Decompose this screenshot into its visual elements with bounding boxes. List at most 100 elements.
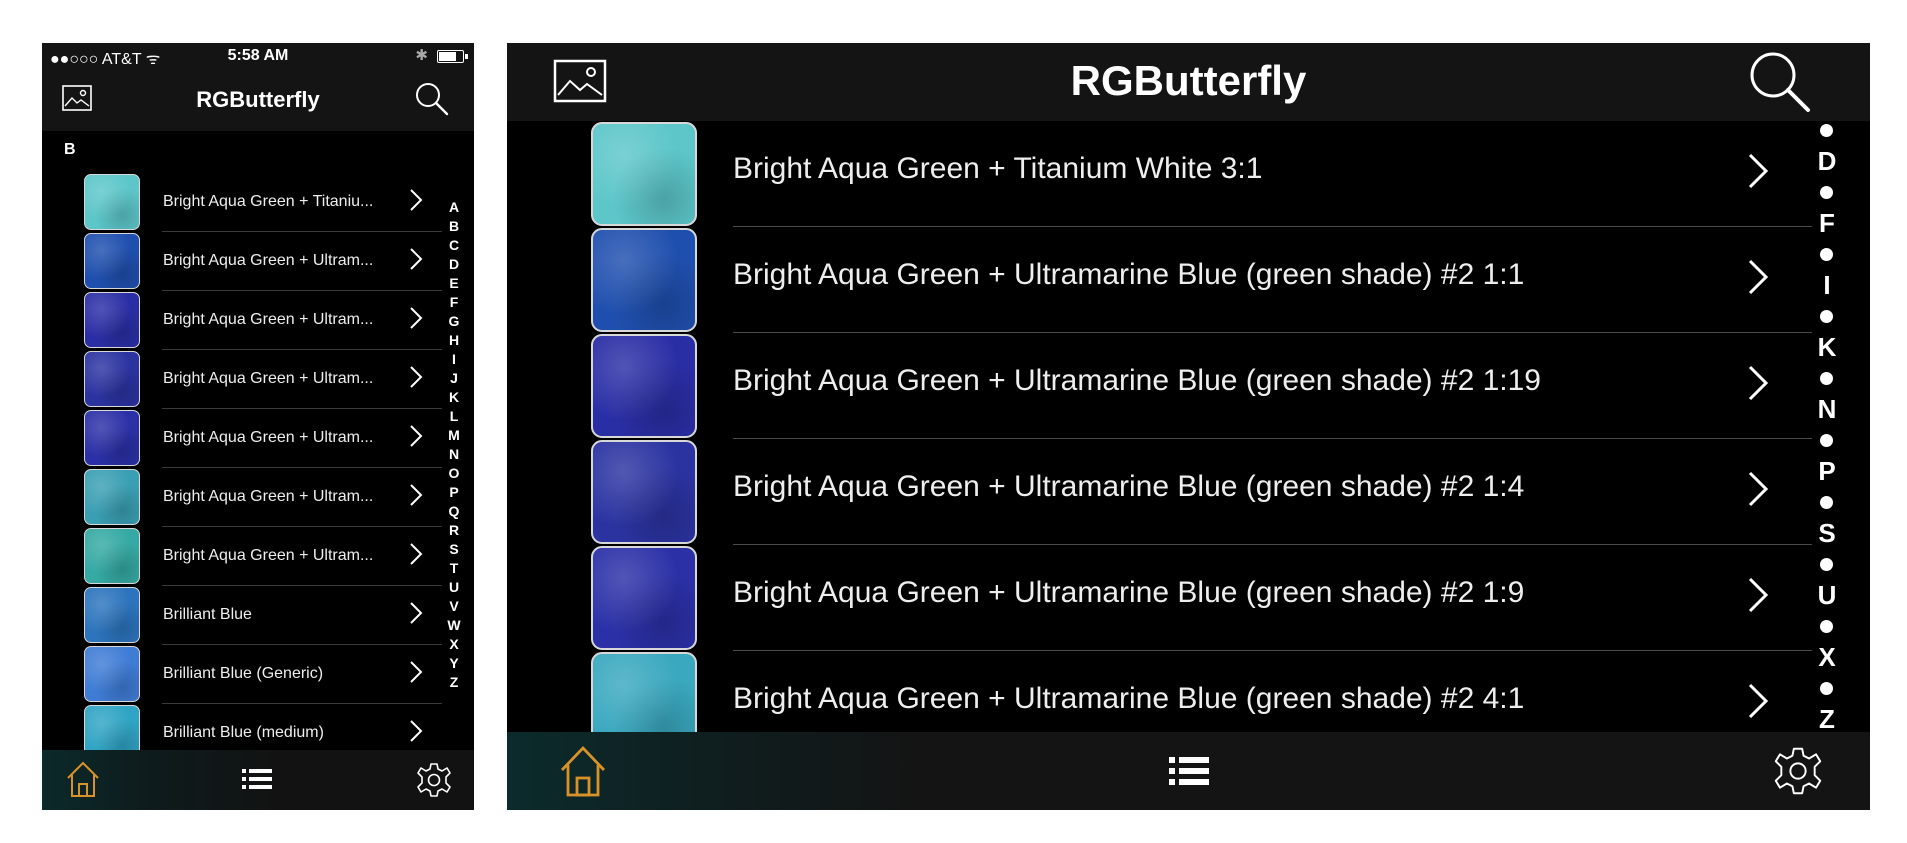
index-dot[interactable] [1812, 115, 1842, 146]
index-letter[interactable]: I [442, 350, 466, 369]
index-letter[interactable]: U [442, 578, 466, 597]
status-time: 5:58 AM [227, 47, 289, 64]
index-letter[interactable]: X [1812, 642, 1842, 673]
color-swatch [591, 334, 697, 438]
index-dot[interactable] [1812, 177, 1842, 208]
index-dot[interactable] [1812, 425, 1842, 456]
index-letter[interactable]: Y [442, 654, 466, 673]
chevron-right-icon [410, 484, 423, 506]
list-item-label: Bright Aqua Green + Ultramarine Blue (gr… [733, 470, 1525, 503]
section-index[interactable]: ABCDEFGHIJKLMNOPQRSTUVWXYZ [442, 198, 466, 692]
color-swatch [591, 228, 697, 332]
home-icon[interactable] [66, 760, 100, 798]
list-item[interactable]: Brilliant Blue [42, 586, 442, 645]
color-swatch [84, 528, 140, 584]
index-letter[interactable]: H [442, 331, 466, 350]
color-swatch [591, 546, 697, 650]
list-item[interactable]: Bright Aqua Green + Ultramarine Blue (gr… [507, 333, 1812, 439]
app-title: RGButterfly [196, 87, 320, 112]
index-letter[interactable]: P [442, 483, 466, 502]
index-letter[interactable]: N [1812, 394, 1842, 425]
index-letter[interactable]: N [442, 445, 466, 464]
search-icon[interactable] [1747, 49, 1813, 115]
list-item[interactable]: Bright Aqua Green + Ultramarine Blue (gr… [507, 545, 1812, 651]
index-letter[interactable]: Q [442, 502, 466, 521]
tablet-screen: RGButterfly Bright Aqua Green + Titanium… [507, 43, 1870, 810]
list-item[interactable]: Bright Aqua Green + Ultram... [42, 409, 442, 468]
color-swatch [84, 174, 140, 230]
list-item-label: Bright Aqua Green + Ultram... [163, 252, 374, 269]
section-header: B [64, 141, 76, 158]
list-item[interactable]: Bright Aqua Green + Titanium White 3:1 [507, 121, 1812, 227]
index-dot[interactable] [1812, 301, 1842, 332]
index-letter[interactable]: K [1812, 332, 1842, 363]
index-dot[interactable] [1812, 239, 1842, 270]
index-letter[interactable]: K [442, 388, 466, 407]
list-item[interactable]: Bright Aqua Green + Ultramarine Blue (gr… [507, 439, 1812, 545]
index-letter[interactable]: U [1812, 580, 1842, 611]
tab-bar [507, 732, 1870, 810]
chevron-right-icon [1748, 153, 1769, 189]
index-letter[interactable]: D [442, 255, 466, 274]
list-item[interactable]: Bright Aqua Green + Ultram... [42, 527, 442, 586]
index-letter[interactable]: W [442, 616, 466, 635]
list-icon[interactable] [1169, 756, 1209, 786]
index-letter[interactable]: C [442, 236, 466, 255]
index-letter[interactable]: A [442, 198, 466, 217]
chevron-right-icon [410, 720, 423, 742]
list-item-label: Brilliant Blue (Generic) [163, 665, 324, 682]
list-item[interactable]: Bright Aqua Green + Ultram... [42, 291, 442, 350]
gear-icon[interactable] [416, 762, 452, 798]
index-letter[interactable]: X [442, 635, 466, 654]
list-item[interactable]: Bright Aqua Green + Ultram... [42, 350, 442, 409]
index-dot[interactable] [1812, 611, 1842, 642]
status-bar: ●●○○○ AT&T ᯤ 5:58 AM ✱ [42, 43, 474, 69]
index-letter[interactable]: J [442, 369, 466, 388]
list-item-label: Bright Aqua Green + Ultramarine Blue (gr… [733, 258, 1525, 291]
chevron-right-icon [1748, 365, 1769, 401]
list-icon[interactable] [242, 768, 272, 790]
index-letter[interactable]: I [1812, 270, 1842, 301]
list-item-label: Bright Aqua Green + Titanium White 3:1 [733, 152, 1263, 185]
index-letter[interactable]: F [442, 293, 466, 312]
phone-screen: ●●○○○ AT&T ᯤ 5:58 AM ✱ RGButterfly B Bri… [42, 43, 474, 810]
index-letter[interactable]: B [442, 217, 466, 236]
chevron-right-icon [410, 425, 423, 447]
index-letter[interactable]: S [442, 540, 466, 559]
index-letter[interactable]: R [442, 521, 466, 540]
index-letter[interactable]: G [442, 312, 466, 331]
index-dot[interactable] [1812, 549, 1842, 580]
battery-icon [437, 50, 468, 63]
index-dot[interactable] [1812, 363, 1842, 394]
color-swatch [591, 440, 697, 544]
search-icon[interactable] [414, 81, 450, 117]
list-item-label: Bright Aqua Green + Ultram... [163, 311, 374, 328]
list-item[interactable]: Bright Aqua Green + Ultramarine Blue (gr… [507, 227, 1812, 333]
index-letter[interactable]: P [1812, 456, 1842, 487]
index-letter[interactable]: Z [442, 673, 466, 692]
index-letter[interactable]: M [442, 426, 466, 445]
index-letter[interactable]: L [442, 407, 466, 426]
index-letter[interactable]: E [442, 274, 466, 293]
section-index[interactable]: DFIKNPSUXZ [1812, 115, 1842, 735]
color-swatch [84, 587, 140, 643]
tab-bar [42, 750, 474, 810]
index-letter[interactable]: V [442, 597, 466, 616]
color-swatch [84, 233, 140, 289]
gear-icon[interactable] [1773, 746, 1823, 796]
index-letter[interactable]: O [442, 464, 466, 483]
index-dot[interactable] [1812, 673, 1842, 704]
list-item[interactable]: Bright Aqua Green + Ultram... [42, 232, 442, 291]
index-letter[interactable]: D [1812, 146, 1842, 177]
list-item[interactable]: Brilliant Blue (Generic) [42, 645, 442, 704]
index-dot[interactable] [1812, 487, 1842, 518]
list-item[interactable]: Bright Aqua Green + Titaniu... [42, 173, 442, 232]
index-letter[interactable]: S [1812, 518, 1842, 549]
home-icon[interactable] [559, 744, 607, 798]
list-item-label: Brilliant Blue [163, 606, 252, 623]
list-item-label: Bright Aqua Green + Ultramarine Blue (gr… [733, 682, 1525, 715]
index-letter[interactable]: Z [1812, 704, 1842, 735]
index-letter[interactable]: F [1812, 208, 1842, 239]
index-letter[interactable]: T [442, 559, 466, 578]
list-item[interactable]: Bright Aqua Green + Ultram... [42, 468, 442, 527]
